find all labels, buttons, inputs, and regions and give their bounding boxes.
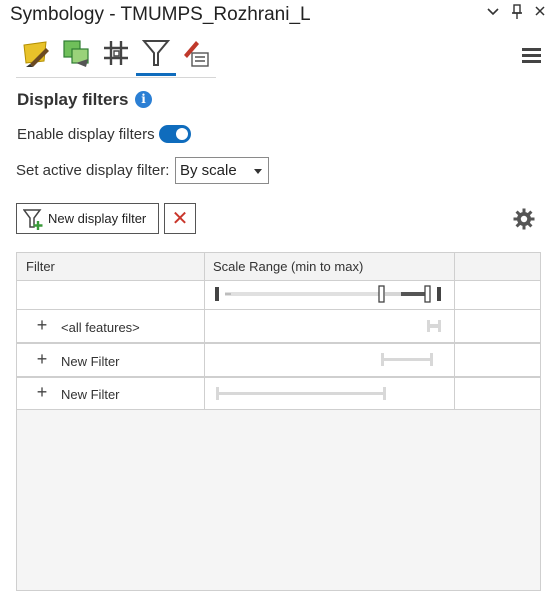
tabs-divider [16, 77, 216, 78]
close-icon: ✕ [171, 208, 189, 230]
tab-vary-symbology[interactable] [58, 36, 92, 70]
enable-display-filters-toggle[interactable] [159, 125, 191, 143]
tab-symbol-layer-drawing[interactable] [98, 36, 132, 70]
filter-row[interactable]: + New Filter [17, 344, 540, 378]
close-icon[interactable] [531, 4, 549, 22]
tab-display-filters[interactable] [138, 36, 172, 70]
expand-plus-icon[interactable]: + [34, 382, 50, 403]
expand-plus-icon[interactable]: + [34, 315, 50, 336]
filter-scale-range [205, 310, 455, 342]
gear-icon[interactable] [512, 207, 536, 231]
column-header-filter[interactable]: Filter [26, 259, 55, 274]
symbology-tabs [16, 34, 216, 78]
tab-symbology-options[interactable] [178, 36, 212, 70]
layered-squares-icon [63, 40, 89, 67]
column-divider [454, 253, 455, 410]
funnel-icon [141, 40, 171, 66]
filter-name: <all features> [61, 320, 140, 335]
paintbrush-polygon-icon [23, 41, 49, 67]
filter-scale-range [205, 344, 455, 376]
column-header-scale-range[interactable]: Scale Range (min to max) [213, 259, 363, 274]
new-display-filter-button[interactable]: New display filter [16, 203, 159, 234]
pin-icon[interactable] [508, 4, 526, 22]
filter-row[interactable]: + New Filter [17, 378, 540, 410]
chevron-down-icon [254, 169, 262, 174]
active-filter-select[interactable]: By scale [175, 157, 269, 184]
active-filter-value: By scale [180, 162, 237, 179]
tab-primary-symbology[interactable] [18, 36, 52, 70]
chevron-down-icon[interactable] [484, 4, 502, 22]
hash-grid-icon [104, 41, 128, 65]
new-display-filter-label: New display filter [48, 211, 147, 226]
filter-name: New Filter [61, 354, 120, 369]
scale-range-slider[interactable] [205, 281, 455, 309]
filter-name: New Filter [61, 387, 120, 402]
info-icon[interactable]: i [135, 91, 152, 108]
title-bar: Symbology - TMUMPS_Rozhrani_L [0, 0, 559, 32]
section-title: Display filters [17, 90, 129, 109]
hamburger-menu-icon[interactable] [522, 47, 542, 65]
filters-grid: Filter Scale Range (min to max) + <all f… [16, 252, 541, 591]
enable-display-filters-label: Enable display filters [17, 126, 155, 143]
delete-filter-button[interactable]: ✕ [164, 203, 196, 234]
column-divider [204, 253, 205, 410]
filter-scale-range [205, 378, 455, 409]
expand-plus-icon[interactable]: + [34, 349, 50, 370]
active-filter-label: Set active display filter: [16, 162, 170, 179]
add-filter-icon [23, 209, 43, 230]
pane-title: Symbology - TMUMPS_Rozhrani_L [10, 4, 311, 25]
grid-header: Filter Scale Range (min to max) [17, 253, 540, 281]
scale-slider-row [17, 281, 540, 310]
filter-row[interactable]: + <all features> [17, 310, 540, 344]
brush-list-icon [184, 41, 209, 67]
active-tab-indicator [136, 73, 176, 76]
